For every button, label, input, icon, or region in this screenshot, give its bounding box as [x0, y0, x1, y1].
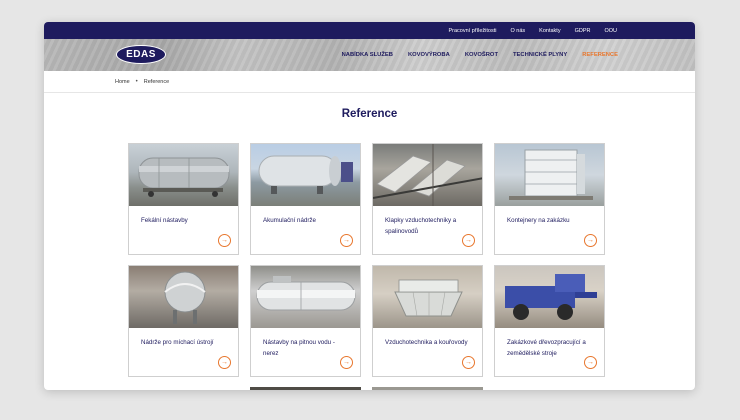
card-photo: [495, 144, 604, 206]
partial-card-photo: [372, 387, 483, 390]
arrow-right-icon[interactable]: →: [462, 356, 475, 369]
card-label: Kontejnery na zakázku: [507, 217, 570, 224]
reference-card[interactable]: Fekální nástavby →: [128, 143, 239, 255]
breadcrumb-current: Reference: [143, 78, 170, 85]
arrow-right-icon[interactable]: →: [218, 356, 231, 369]
card-label: Nástavby na pitnou vodu - nerez: [263, 339, 335, 357]
reference-card[interactable]: Vzduchotechnika a kouřovody →: [372, 265, 483, 377]
card-photo: [373, 144, 482, 206]
arrow-right-icon[interactable]: →: [218, 234, 231, 247]
card-photo: [251, 266, 360, 328]
nav-item-scrap[interactable]: KOVOŠROT: [465, 52, 498, 58]
nav-item-services[interactable]: NABÍDKA SLUŽEB: [342, 52, 393, 58]
logo-text: EDAS: [126, 49, 156, 60]
card-photo: [251, 144, 360, 206]
nav-item-reference[interactable]: REFERENCE: [582, 52, 618, 58]
topbar-link-oou[interactable]: OOU: [604, 28, 617, 34]
main-navigation: NABÍDKA SLUŽEB KOVOVÝROBA KOVOŠROT TECHN…: [327, 39, 618, 71]
arrow-right-icon[interactable]: →: [340, 234, 353, 247]
card-label: Fekální nástavby: [141, 217, 188, 224]
card-label: Nádrže pro míchací ústrojí: [141, 339, 214, 346]
card-photo: [373, 266, 482, 328]
card-label: Vzduchotechnika a kouřovody: [385, 339, 468, 346]
breadcrumb-home[interactable]: Home: [115, 79, 130, 85]
arrow-right-icon[interactable]: →: [340, 356, 353, 369]
card-photo: [129, 144, 238, 206]
top-utility-bar: Pracovní příležitosti O nás Kontakty GDP…: [44, 22, 695, 39]
topbar-link-contacts[interactable]: Kontakty: [539, 28, 560, 34]
nav-item-metalwork[interactable]: KOVOVÝROBA: [408, 52, 450, 58]
card-photo: [129, 266, 238, 328]
topbar-link-jobs[interactable]: Pracovní příležitosti: [448, 28, 496, 34]
arrow-right-icon[interactable]: →: [462, 234, 475, 247]
reference-card[interactable]: Klapky vzduchotechniky a spalinovodů →: [372, 143, 483, 255]
reference-card[interactable]: Akumulační nádrže →: [250, 143, 361, 255]
card-photo: [495, 266, 604, 328]
reference-card[interactable]: Zakázkové dřevozpracující a zemědělské s…: [494, 265, 605, 377]
partial-card-photo: [250, 387, 361, 390]
card-label: Akumulační nádrže: [263, 217, 316, 224]
site-logo[interactable]: EDAS: [116, 45, 166, 64]
nav-item-gases[interactable]: TECHNICKÉ PLYNY: [513, 52, 567, 58]
arrow-right-icon[interactable]: →: [584, 234, 597, 247]
card-label: Zakázkové dřevozpracující a zemědělské s…: [507, 339, 586, 357]
topbar-link-gdpr[interactable]: GDPR: [575, 28, 591, 34]
reference-card[interactable]: Kontejnery na zakázku →: [494, 143, 605, 255]
reference-card[interactable]: Nádrže pro míchací ústrojí →: [128, 265, 239, 377]
breadcrumb-separator: •: [135, 78, 138, 85]
arrow-right-icon[interactable]: →: [584, 356, 597, 369]
page-title: Reference: [341, 108, 398, 120]
site-header: EDAS NABÍDKA SLUŽEB KOVOVÝROBA KOVOŠROT …: [44, 39, 695, 71]
topbar-link-about[interactable]: O nás: [510, 28, 525, 34]
reference-card[interactable]: Nástavby na pitnou vodu - nerez →: [250, 265, 361, 377]
breadcrumb: Home • Reference: [44, 71, 695, 93]
card-label: Klapky vzduchotechniky a spalinovodů: [385, 217, 457, 235]
